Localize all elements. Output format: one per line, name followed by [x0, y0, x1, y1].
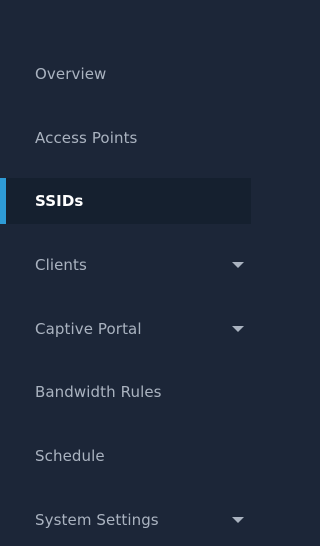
- sidebar-item-bandwidth-rules[interactable]: Bandwidth Rules: [0, 369, 251, 415]
- chevron-down-icon[interactable]: [232, 262, 244, 268]
- sidebar-item-clients[interactable]: Clients: [0, 242, 251, 288]
- sidebar-item-label: Captive Portal: [35, 320, 142, 338]
- sidebar-item-label: SSIDs: [35, 192, 84, 210]
- active-indicator: [0, 178, 6, 224]
- sidebar-item-label: Schedule: [35, 447, 105, 465]
- sidebar-item-label: Bandwidth Rules: [35, 383, 162, 401]
- sidebar-item-label: System Settings: [35, 511, 159, 529]
- sidebar-item-captive-portal[interactable]: Captive Portal: [0, 306, 251, 352]
- sidebar-item-overview[interactable]: Overview: [0, 51, 251, 97]
- sidebar-item-access-points[interactable]: Access Points: [0, 115, 251, 161]
- sidebar-item-label: Access Points: [35, 129, 138, 147]
- chevron-down-icon[interactable]: [232, 517, 244, 523]
- sidebar-item-label: Clients: [35, 256, 87, 274]
- sidebar-item-schedule[interactable]: Schedule: [0, 433, 251, 479]
- sidebar-nav: Overview Access Points SSIDs Clients Cap…: [0, 0, 251, 546]
- sidebar-item-label: Overview: [35, 65, 107, 83]
- sidebar-item-system-settings[interactable]: System Settings: [0, 497, 251, 543]
- sidebar-item-ssids[interactable]: SSIDs: [0, 178, 251, 224]
- chevron-down-icon[interactable]: [232, 326, 244, 332]
